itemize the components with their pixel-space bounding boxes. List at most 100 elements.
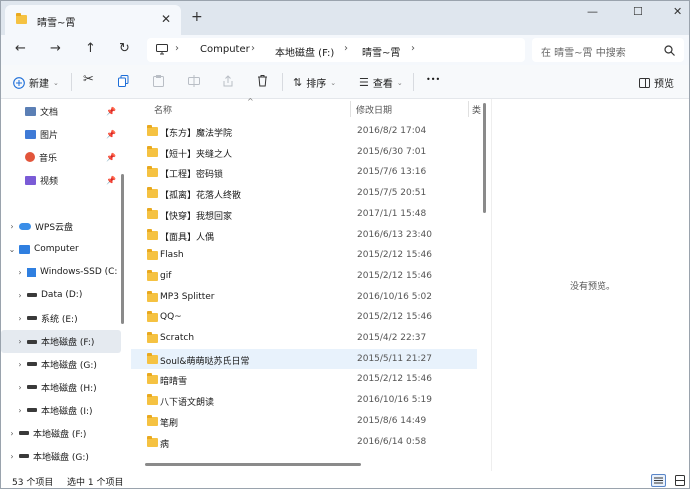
nav-item-pictures[interactable]: 图片 📌 bbox=[1, 124, 121, 144]
folder-icon bbox=[147, 269, 158, 281]
copy-icon[interactable] bbox=[118, 75, 129, 87]
refresh-icon[interactable]: ↻ bbox=[119, 41, 130, 56]
forward-arrow-icon[interactable]: → bbox=[50, 41, 61, 56]
nav-item-drive-f[interactable]: › 本地磁盘 (F:) bbox=[1, 330, 121, 353]
nav-item-wps-cloud[interactable]: › WPS云盘 bbox=[1, 216, 121, 236]
file-row[interactable]: 【快穿】我想回家 2017/1/1 15:48 bbox=[131, 204, 477, 224]
tiles-view-icon[interactable] bbox=[674, 474, 686, 487]
file-row[interactable]: 笔刷 2015/8/6 14:49 bbox=[131, 411, 477, 431]
column-divider[interactable] bbox=[350, 101, 351, 117]
nav-item-drive-d[interactable]: › Data (D:) bbox=[1, 285, 121, 305]
breadcrumb-separator[interactable]: › bbox=[344, 43, 348, 54]
preview-pane-button[interactable]: 预览 bbox=[639, 75, 674, 90]
nav-item-network-drive-f[interactable]: › 本地磁盘 (F:) bbox=[1, 423, 121, 443]
nav-scrollbar[interactable] bbox=[121, 174, 124, 324]
nav-item-drive-i[interactable]: › 本地磁盘 (I:) bbox=[1, 400, 121, 420]
divider bbox=[413, 73, 414, 91]
tab-current-folder[interactable]: 晴雪~霄 ✕ bbox=[5, 5, 181, 35]
file-row[interactable]: Scratch 2015/4/2 22:37 bbox=[131, 328, 477, 348]
drive-icon bbox=[27, 408, 37, 412]
file-name: Scratch bbox=[160, 333, 195, 343]
file-date: 2015/5/11 21:27 bbox=[357, 353, 432, 364]
maximize-button[interactable]: ☐ bbox=[633, 5, 643, 18]
item-count: 53 个项目 bbox=[12, 478, 54, 488]
minimize-button[interactable]: — bbox=[587, 5, 598, 18]
nav-item-drive-h[interactable]: › 本地磁盘 (H:) bbox=[1, 377, 121, 397]
file-row[interactable]: 暗晴雪 2015/2/12 15:46 bbox=[131, 369, 477, 389]
chevron-right-icon[interactable]: › bbox=[13, 337, 27, 346]
chevron-right-icon[interactable]: › bbox=[5, 222, 19, 231]
new-tab-button[interactable]: + bbox=[191, 9, 203, 25]
nav-item-network-drive-g[interactable]: › 本地磁盘 (G:) bbox=[1, 446, 121, 466]
file-row[interactable]: 【面具】人偶 2016/6/13 23:40 bbox=[131, 225, 477, 245]
status-bar: 53 个项目 选中 1 个项目 bbox=[1, 471, 689, 488]
more-options-button[interactable]: ••• bbox=[426, 75, 440, 84]
up-arrow-icon[interactable]: ↑ bbox=[85, 41, 96, 56]
nav-item-drive-e[interactable]: › 系统 (E:) bbox=[1, 308, 121, 328]
file-row[interactable]: 【孤离】花落人终散 2015/7/5 20:51 bbox=[131, 183, 477, 203]
chevron-right-icon[interactable]: › bbox=[13, 360, 27, 369]
chevron-right-icon[interactable]: › bbox=[13, 383, 27, 392]
chevron-right-icon[interactable]: › bbox=[5, 452, 19, 461]
file-row[interactable]: 【东方】魔法学院 2016/8/2 17:04 bbox=[131, 121, 477, 141]
chevron-right-icon[interactable]: › bbox=[13, 291, 27, 300]
chevron-right-icon[interactable]: › bbox=[13, 406, 27, 415]
file-row[interactable]: Soul&萌萌哒苏氏日常 2015/5/11 21:27 bbox=[131, 348, 477, 369]
delete-icon[interactable] bbox=[257, 74, 268, 87]
address-bar[interactable]: › Computer › 本地磁盘 (F:) › 晴雪~霄 › bbox=[147, 38, 525, 62]
view-button[interactable]: ☰ 查看 ⌄ bbox=[359, 75, 403, 90]
breadcrumb-computer[interactable]: Computer bbox=[200, 44, 250, 55]
chevron-right-icon[interactable]: › bbox=[5, 429, 19, 438]
folder-icon bbox=[147, 207, 158, 219]
nav-item-computer[interactable]: ⌄ Computer bbox=[1, 239, 121, 259]
cut-icon[interactable]: ✂ bbox=[83, 72, 94, 87]
share-icon[interactable] bbox=[222, 75, 234, 87]
new-button[interactable]: 新建 ⌄ bbox=[13, 75, 59, 90]
folder-icon bbox=[147, 187, 158, 199]
breadcrumb-current-folder[interactable]: 晴雪~霄 bbox=[362, 44, 400, 59]
column-header-type[interactable]: 类 bbox=[472, 103, 481, 116]
details-view-icon[interactable] bbox=[651, 474, 666, 487]
chevron-down-icon: ⌄ bbox=[330, 78, 337, 87]
drive-icon bbox=[27, 316, 37, 320]
close-window-button[interactable]: ✕ bbox=[673, 5, 682, 18]
nav-item-videos[interactable]: 视频 📌 bbox=[1, 170, 121, 190]
file-row[interactable]: 【工程】密码锁 2015/7/6 13:16 bbox=[131, 162, 477, 182]
breadcrumb-separator[interactable]: › bbox=[251, 43, 255, 54]
folder-icon bbox=[147, 414, 158, 426]
rename-icon[interactable] bbox=[188, 75, 200, 87]
sort-button[interactable]: ⇅ 排序 ⌄ bbox=[293, 75, 336, 90]
file-row[interactable]: 八下语文朗读 2016/10/16 5:19 bbox=[131, 390, 477, 410]
chevron-down-icon: ⌄ bbox=[396, 78, 403, 87]
file-row[interactable]: 【短十】夹缝之人 2015/6/30 7:01 bbox=[131, 142, 477, 162]
chevron-right-icon[interactable]: › bbox=[13, 314, 27, 323]
chevron-right-icon[interactable]: › bbox=[13, 268, 27, 277]
column-header-name[interactable]: 名称 bbox=[154, 103, 172, 116]
file-row[interactable]: QQ~ 2015/2/12 15:46 bbox=[131, 307, 477, 327]
file-row[interactable]: MP3 Splitter 2016/10/16 5:02 bbox=[131, 287, 477, 307]
file-row[interactable]: 病 2016/6/14 0:58 bbox=[131, 432, 477, 452]
tab-close-button[interactable]: ✕ bbox=[161, 12, 171, 26]
breadcrumb-drive-f[interactable]: 本地磁盘 (F:) bbox=[275, 44, 334, 59]
file-list-vertical-scrollbar[interactable] bbox=[483, 103, 486, 213]
nav-item-documents[interactable]: 文档 📌 bbox=[1, 101, 121, 121]
nav-item-music[interactable]: 音乐 📌 bbox=[1, 147, 121, 167]
column-header-date[interactable]: 修改日期 bbox=[356, 103, 392, 116]
file-row[interactable]: Flash 2015/2/12 15:46 bbox=[131, 245, 477, 265]
nav-item-drive-c[interactable]: › Windows-SSD (C: bbox=[1, 262, 121, 282]
chevron-down-icon[interactable]: ⌄ bbox=[5, 245, 19, 254]
cloud-icon bbox=[19, 222, 31, 230]
file-row[interactable]: gif 2015/2/12 15:46 bbox=[131, 266, 477, 286]
paste-icon[interactable] bbox=[153, 75, 164, 87]
column-divider[interactable] bbox=[468, 101, 469, 117]
sort-ascending-icon: ^ bbox=[247, 97, 254, 106]
breadcrumb-separator[interactable]: › bbox=[411, 43, 415, 54]
nav-item-drive-g[interactable]: › 本地磁盘 (G:) bbox=[1, 354, 121, 374]
search-icon[interactable] bbox=[664, 45, 675, 56]
search-input[interactable]: 在 晴雪~霄 中搜索 bbox=[532, 38, 684, 62]
back-arrow-icon[interactable]: ← bbox=[15, 41, 26, 56]
chevron-down-icon: ⌄ bbox=[53, 78, 59, 87]
file-list-horizontal-scrollbar[interactable] bbox=[145, 463, 361, 466]
file-name: 【孤离】花落人终散 bbox=[160, 191, 242, 202]
sort-label: 排序 bbox=[306, 79, 327, 90]
